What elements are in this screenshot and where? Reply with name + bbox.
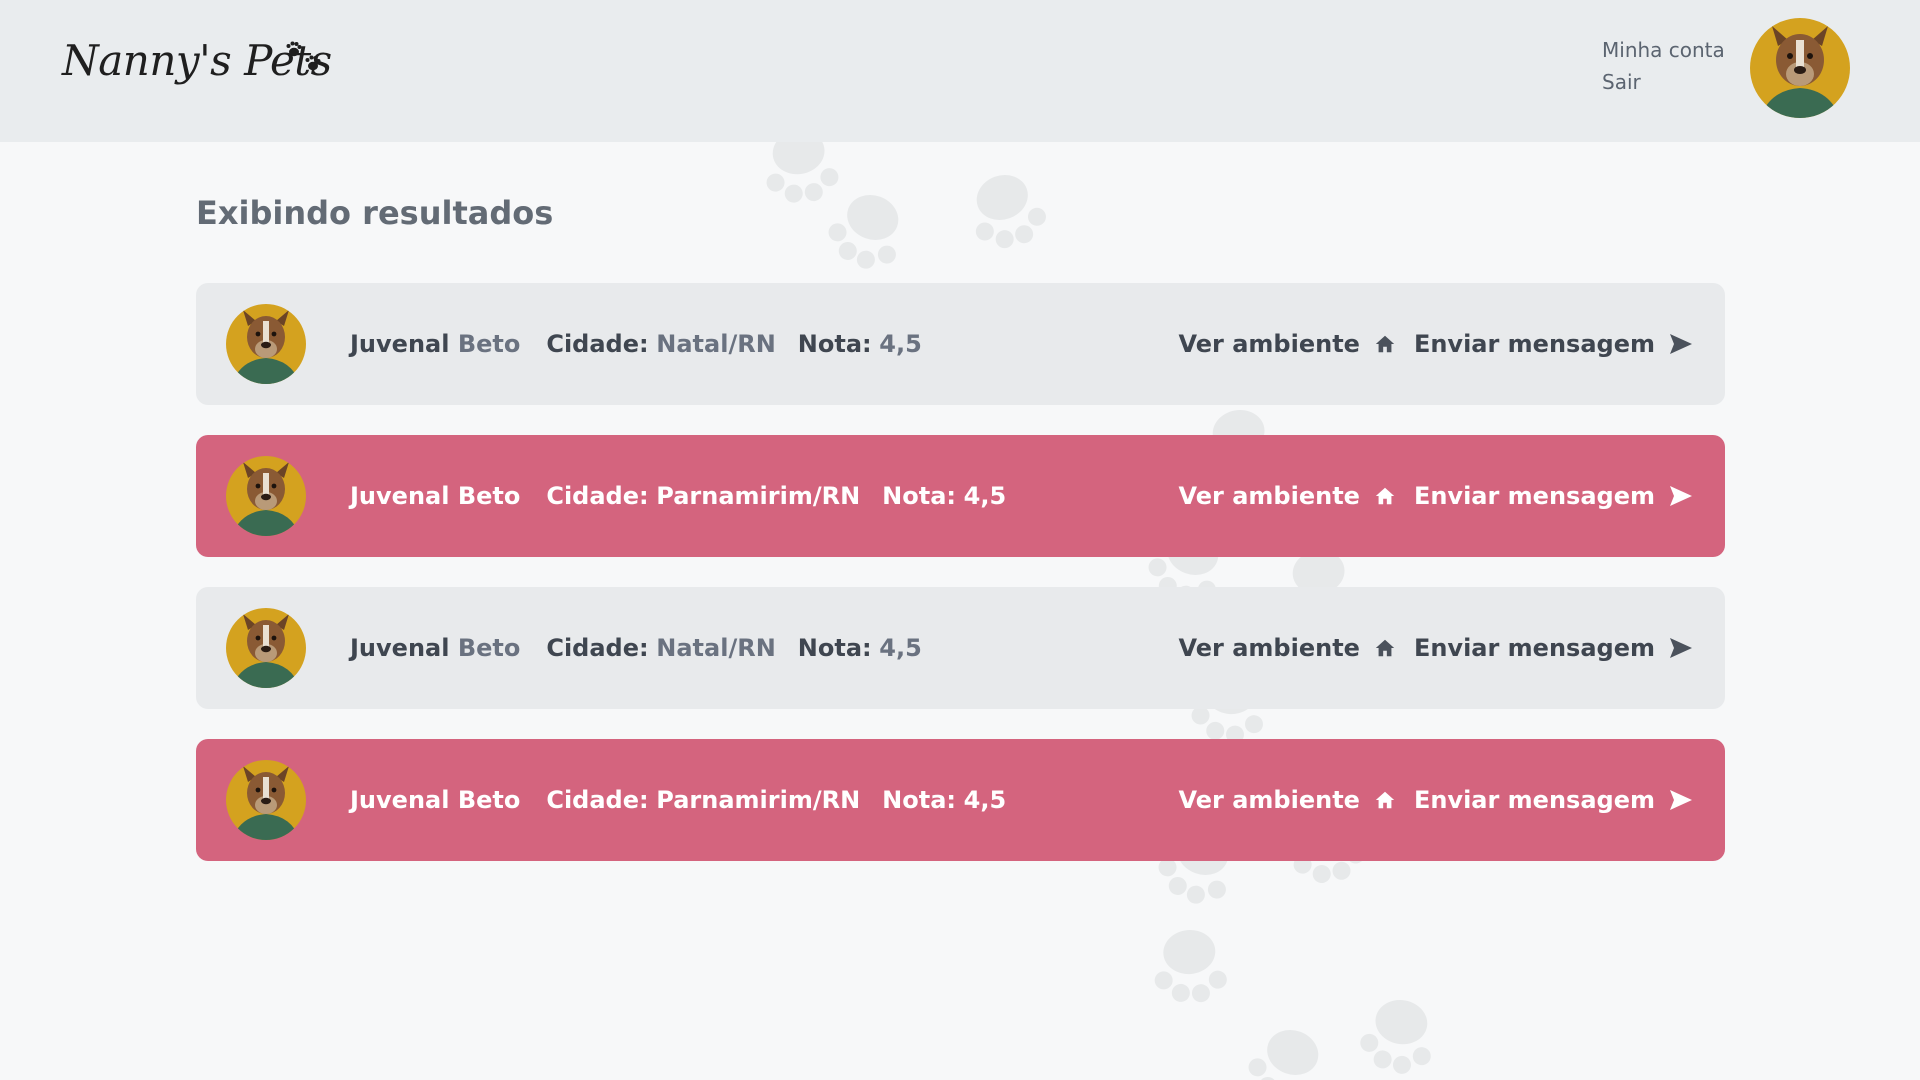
send-message-button[interactable]: Enviar mensagem xyxy=(1414,482,1693,510)
user-avatar[interactable] xyxy=(1750,18,1850,118)
view-environment-button[interactable]: Ver ambiente xyxy=(1178,330,1395,358)
card-actions: Ver ambiente Enviar mensagem xyxy=(1178,739,1693,861)
card-actions: Ver ambiente Enviar mensagem xyxy=(1178,283,1693,405)
last-name: Beto xyxy=(457,786,521,814)
city-value: Natal/RN xyxy=(656,634,776,662)
send-message-label: Enviar mensagem xyxy=(1413,482,1655,510)
caregiver-name[interactable]: Juvenal Beto xyxy=(350,786,520,814)
view-environment-label: Ver ambiente xyxy=(1178,786,1360,814)
city-value: Parnamirim/RN xyxy=(656,786,861,814)
caregiver-avatar[interactable] xyxy=(226,304,306,384)
last-name: Beto xyxy=(457,330,521,358)
view-environment-button[interactable]: Ver ambiente xyxy=(1178,634,1395,662)
send-icon xyxy=(1669,637,1693,659)
send-message-label: Enviar mensagem xyxy=(1413,330,1655,358)
send-icon xyxy=(1669,789,1693,811)
card-actions: Ver ambiente Enviar mensagem xyxy=(1178,587,1693,709)
first-name: Juvenal xyxy=(350,330,450,358)
city-value: Natal/RN xyxy=(656,330,776,358)
home-icon xyxy=(1374,789,1396,811)
send-icon xyxy=(1669,485,1693,507)
send-message-label: Enviar mensagem xyxy=(1413,634,1655,662)
result-card: Juvenal Beto Cidade: Parnamirim/RN Nota: 4… xyxy=(196,435,1725,557)
caregiver-name[interactable]: Juvenal Beto xyxy=(350,634,520,662)
result-card: Juvenal Beto Cidade: Natal/RN Nota: 4,5 Ver… xyxy=(196,283,1725,405)
rating-value: 4,5 xyxy=(963,482,1007,510)
view-environment-button[interactable]: Ver ambiente xyxy=(1178,786,1395,814)
rating-value: 4,5 xyxy=(963,786,1007,814)
last-name: Beto xyxy=(457,482,521,510)
brand-logo[interactable]: Nanny's Pets xyxy=(62,36,332,106)
home-icon xyxy=(1374,485,1396,507)
view-environment-button[interactable]: Ver ambiente xyxy=(1178,482,1395,510)
page-title: Exibindo resultados xyxy=(196,194,554,232)
paw-icon xyxy=(286,41,321,71)
home-icon xyxy=(1374,333,1396,355)
rating-label: Nota: xyxy=(797,330,872,358)
rating-value: 4,5 xyxy=(879,634,922,662)
result-card: Juvenal Beto Cidade: Natal/RN Nota: 4,5 Ver… xyxy=(196,587,1725,709)
caregiver-name[interactable]: Juvenal Beto xyxy=(350,482,520,510)
app-header: Nanny's Pets Minha conta Sair xyxy=(0,0,1920,142)
rating-label: Nota: xyxy=(882,786,957,814)
rating-label: Nota: xyxy=(882,482,957,510)
card-actions: Ver ambiente Enviar mensagem xyxy=(1178,435,1693,557)
first-name: Juvenal xyxy=(350,786,450,814)
result-card: Juvenal Beto Cidade: Parnamirim/RN Nota: 4… xyxy=(196,739,1725,861)
caregiver-name[interactable]: Juvenal Beto xyxy=(350,330,520,358)
caregiver-avatar[interactable] xyxy=(226,760,306,840)
view-environment-label: Ver ambiente xyxy=(1178,482,1360,510)
send-message-button[interactable]: Enviar mensagem xyxy=(1414,634,1693,662)
last-name: Beto xyxy=(457,634,521,662)
city-value: Parnamirim/RN xyxy=(656,482,861,510)
caregiver-info: Juvenal Beto Cidade: Natal/RN Nota: 4,5 xyxy=(350,587,922,709)
send-message-label: Enviar mensagem xyxy=(1413,786,1655,814)
caregiver-info: Juvenal Beto Cidade: Natal/RN Nota: 4,5 xyxy=(350,283,922,405)
caregiver-info: Juvenal Beto Cidade: Parnamirim/RN Nota: 4… xyxy=(350,435,1006,557)
view-environment-label: Ver ambiente xyxy=(1178,634,1360,662)
home-icon xyxy=(1374,637,1396,659)
first-name: Juvenal xyxy=(350,634,450,662)
account-link[interactable]: Minha conta xyxy=(1602,34,1725,66)
send-message-button[interactable]: Enviar mensagem xyxy=(1414,330,1693,358)
caregiver-avatar[interactable] xyxy=(226,608,306,688)
send-icon xyxy=(1669,333,1693,355)
caregiver-info: Juvenal Beto Cidade: Parnamirim/RN Nota: 4… xyxy=(350,739,1006,861)
city-label: Cidade: xyxy=(546,786,649,814)
account-menu: Minha conta Sair xyxy=(1602,34,1725,98)
city-label: Cidade: xyxy=(546,634,649,662)
first-name: Juvenal xyxy=(350,482,450,510)
city-label: Cidade: xyxy=(546,330,649,358)
rating-value: 4,5 xyxy=(879,330,922,358)
send-message-button[interactable]: Enviar mensagem xyxy=(1414,786,1693,814)
caregiver-avatar[interactable] xyxy=(226,456,306,536)
city-label: Cidade: xyxy=(546,482,649,510)
logout-link[interactable]: Sair xyxy=(1602,66,1725,98)
rating-label: Nota: xyxy=(797,634,872,662)
view-environment-label: Ver ambiente xyxy=(1178,330,1360,358)
